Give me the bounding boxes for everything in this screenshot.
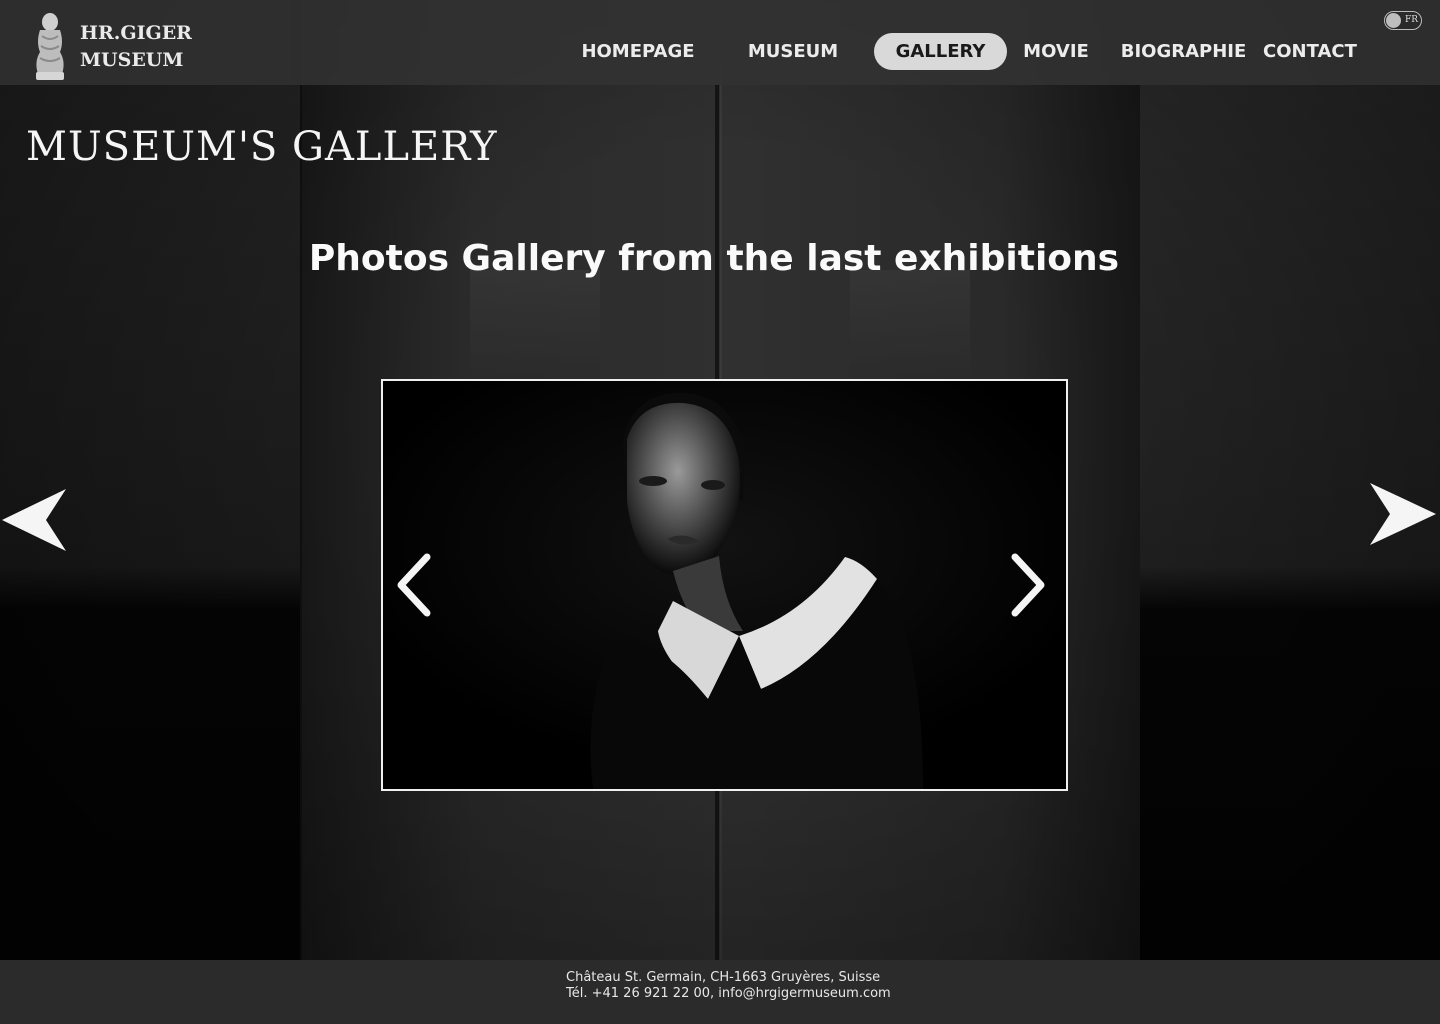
photo-carousel (381, 379, 1068, 791)
footer-address: Château St. Germain, CH-1663 Gruyères, S… (566, 970, 881, 985)
statue-figure-icon (36, 13, 64, 80)
language-toggle[interactable]: FR (1384, 11, 1422, 30)
nav-contact[interactable]: CONTACT (1260, 33, 1360, 70)
nav-homepage[interactable]: HOMEPAGE (572, 33, 704, 70)
chevron-left-icon[interactable] (393, 553, 433, 617)
chevron-right-icon[interactable] (1009, 553, 1049, 617)
page-title: MUSEUM'S GALLERY (26, 124, 498, 170)
nav-museum[interactable]: MUSEUM (740, 33, 846, 70)
gallery-page: HR.GIGER MUSEUM HOMEPAGE MUSEUM GALLERY … (0, 0, 1440, 1024)
brand-line-1: HR.GIGER (80, 22, 192, 44)
site-logo[interactable]: HR.GIGER MUSEUM (28, 12, 192, 82)
arrow-left-icon[interactable] (2, 489, 68, 551)
language-label: FR (1404, 15, 1418, 25)
nav-movie[interactable]: MOVIE (1017, 33, 1095, 70)
gallery-subtitle: Photos Gallery from the last exhibitions (308, 238, 1120, 279)
site-header: HR.GIGER MUSEUM HOMEPAGE MUSEUM GALLERY … (0, 0, 1440, 85)
site-footer: Château St. Germain, CH-1663 Gruyères, S… (0, 960, 1440, 1024)
arrow-right-icon[interactable] (1368, 483, 1436, 545)
nav-biographie[interactable]: BIOGRAPHIE (1118, 33, 1249, 70)
brand-line-2: MUSEUM (80, 49, 184, 71)
gallery-photo (383, 381, 1066, 789)
brand-name: HR.GIGER MUSEUM (80, 20, 192, 74)
footer-contact: Tél. +41 26 921 22 00, info@hrgigermuseu… (566, 986, 891, 1001)
toggle-knob (1386, 13, 1401, 28)
nav-gallery[interactable]: GALLERY (874, 33, 1007, 70)
